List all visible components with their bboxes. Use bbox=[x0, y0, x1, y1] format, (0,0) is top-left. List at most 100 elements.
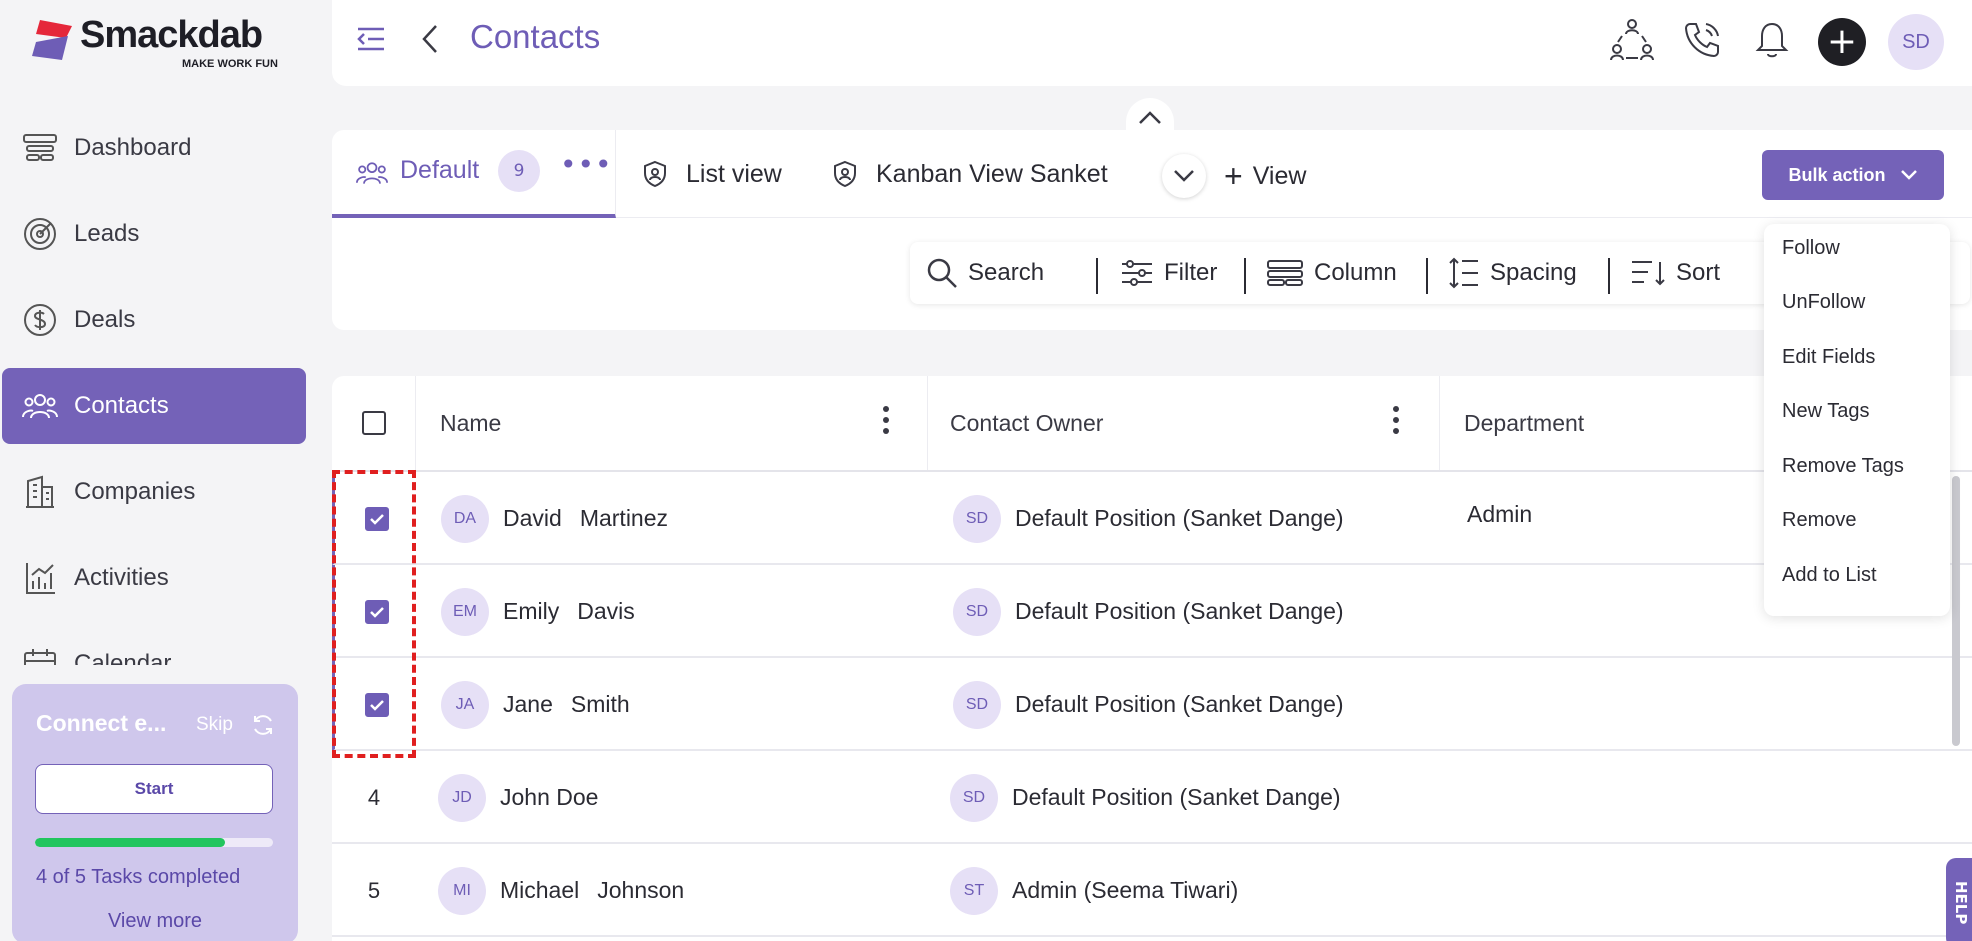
more-views-button[interactable] bbox=[1162, 154, 1206, 198]
column-header-label: Department bbox=[1464, 409, 1585, 436]
tab-default-label: Default bbox=[400, 156, 480, 184]
contact-last-name: Johnson bbox=[597, 877, 685, 903]
sidebar-item-dashboard[interactable]: Dashboard bbox=[2, 110, 306, 186]
contacts-icon bbox=[356, 162, 388, 184]
sidebar-item-contacts[interactable]: Contacts bbox=[2, 368, 306, 444]
tab-more-options-icon[interactable]: ••• bbox=[560, 148, 613, 181]
add-view-label: View bbox=[1252, 161, 1307, 190]
contact-name-cell[interactable]: DA David Martinez bbox=[441, 472, 668, 565]
column-header-name[interactable]: Name bbox=[416, 376, 928, 470]
department-value: Admin bbox=[1467, 501, 1533, 527]
tasks-progress-fill bbox=[35, 838, 226, 847]
table-row[interactable]: EM Emily Davis SD Default Position (Sank… bbox=[332, 565, 1972, 658]
row-checkbox[interactable] bbox=[365, 506, 389, 531]
menu-item-add-to-list[interactable]: Add to List bbox=[1782, 564, 1877, 587]
menu-item-new-tags[interactable]: New Tags bbox=[1782, 400, 1869, 423]
column-menu-icon[interactable] bbox=[1392, 406, 1400, 440]
sidebar-item-leads[interactable]: Leads bbox=[2, 196, 306, 272]
team-icon[interactable] bbox=[1608, 16, 1656, 64]
spacing-button[interactable]: Spacing bbox=[1448, 242, 1577, 304]
toolbar-divider bbox=[1244, 258, 1246, 294]
sort-label: Sort bbox=[1676, 259, 1721, 286]
column-icon bbox=[1267, 260, 1303, 286]
spacing-icon bbox=[1449, 257, 1478, 289]
table-row[interactable]: JA Jane Smith SD Default Position (Sanke… bbox=[332, 658, 1972, 751]
bulk-action-label: Bulk action bbox=[1788, 164, 1886, 185]
contact-last-name: Davis bbox=[577, 598, 635, 624]
filter-button[interactable]: Filter bbox=[1120, 242, 1217, 304]
contact-name-cell[interactable]: JA Jane Smith bbox=[441, 658, 630, 751]
menu-item-remove-tags[interactable]: Remove Tags bbox=[1782, 455, 1904, 478]
owner-name: Default Position (Sanket Dange) bbox=[1015, 505, 1344, 531]
chevron-down-icon bbox=[1174, 170, 1194, 182]
owner-name: Default Position (Sanket Dange) bbox=[1012, 784, 1341, 810]
building-icon bbox=[22, 474, 58, 510]
department-cell[interactable]: Admin bbox=[1467, 468, 1532, 561]
view-more-link[interactable]: View more bbox=[12, 910, 298, 933]
user-avatar[interactable]: SD bbox=[1888, 14, 1944, 70]
table-row[interactable]: 4 JD John Doe SD Default Position (Sanke… bbox=[332, 751, 1972, 844]
table-row[interactable]: 5 MI Michael Johnson ST Admin (Seema Tiw… bbox=[332, 844, 1972, 937]
dollar-icon bbox=[22, 302, 58, 338]
table-row[interactable]: DA David Martinez SD Default Position (S… bbox=[332, 472, 1972, 565]
back-arrow-icon[interactable] bbox=[416, 22, 444, 56]
tab-kanban-view[interactable]: Kanban View Sanket bbox=[832, 130, 1108, 218]
refresh-icon[interactable] bbox=[250, 712, 276, 738]
search-button[interactable]: Search bbox=[926, 242, 1044, 304]
owner-avatar: SD bbox=[950, 773, 998, 822]
column-header-label: Contact Owner bbox=[950, 409, 1104, 436]
collapse-menu-icon[interactable] bbox=[354, 22, 388, 56]
contact-name-cell[interactable]: EM Emily Davis bbox=[441, 565, 635, 658]
sidebar-item-companies[interactable]: Companies bbox=[2, 454, 306, 530]
tab-default[interactable]: Default 9 ••• bbox=[332, 130, 616, 218]
sidebar-item-deals[interactable]: Deals bbox=[2, 282, 306, 358]
start-button[interactable]: Start bbox=[35, 764, 273, 814]
select-all-checkbox[interactable] bbox=[361, 411, 386, 435]
owner-avatar: SD bbox=[953, 587, 1001, 636]
contact-owner-cell[interactable]: SD Default Position (Sanket Dange) bbox=[950, 751, 1341, 844]
sidebar-item-activities[interactable]: Activities bbox=[2, 540, 306, 616]
sidebar-item-calendar[interactable]: Calendar bbox=[2, 626, 306, 665]
tab-count-badge: 9 bbox=[498, 150, 540, 192]
help-tab[interactable]: HELP bbox=[1946, 858, 1972, 941]
phone-icon[interactable] bbox=[1678, 16, 1726, 64]
contact-owner-cell[interactable]: SD Default Position (Sanket Dange) bbox=[953, 565, 1344, 658]
contact-name-cell[interactable]: JD John Doe bbox=[438, 751, 616, 844]
menu-item-follow[interactable]: Follow bbox=[1782, 237, 1840, 260]
sidebar: Smackdab MAKE WORK FUN Dashboard Leads D… bbox=[0, 0, 318, 941]
bulk-action-button[interactable]: Bulk action bbox=[1762, 150, 1944, 200]
sidebar-item-label: Activities bbox=[74, 564, 169, 591]
contact-avatar: EM bbox=[441, 587, 489, 636]
select-all-cell bbox=[332, 376, 416, 470]
tab-label: Kanban View Sanket bbox=[876, 159, 1108, 188]
tab-list-view[interactable]: List view bbox=[642, 130, 782, 218]
column-button[interactable]: Column bbox=[1266, 242, 1397, 304]
sidebar-item-label: Contacts bbox=[74, 392, 169, 419]
row-checkbox[interactable] bbox=[365, 599, 389, 624]
table-scrollbar[interactable] bbox=[1952, 476, 1960, 746]
sort-button[interactable]: Sort bbox=[1630, 242, 1720, 304]
menu-item-remove[interactable]: Remove bbox=[1782, 509, 1856, 532]
contact-avatar: JD bbox=[438, 773, 486, 822]
menu-item-unfollow[interactable]: UnFollow bbox=[1782, 291, 1865, 314]
brand-logo[interactable]: Smackdab MAKE WORK FUN bbox=[30, 12, 300, 72]
skip-link[interactable]: Skip bbox=[196, 714, 233, 736]
column-header-contact-owner[interactable]: Contact Owner bbox=[928, 376, 1440, 470]
bell-icon[interactable] bbox=[1748, 16, 1796, 64]
spacing-label: Spacing bbox=[1490, 259, 1577, 286]
contact-name-cell[interactable]: MI Michael Johnson bbox=[438, 844, 684, 937]
contact-owner-cell[interactable]: SD Default Position (Sanket Dange) bbox=[953, 658, 1344, 751]
chevron-down-icon bbox=[1900, 170, 1917, 180]
contact-owner-cell[interactable]: ST Admin (Seema Tiwari) bbox=[950, 844, 1238, 937]
sort-icon bbox=[1632, 261, 1665, 286]
column-menu-icon[interactable] bbox=[882, 406, 890, 440]
row-checkbox[interactable] bbox=[365, 692, 389, 717]
contact-owner-cell[interactable]: SD Default Position (Sanket Dange) bbox=[953, 472, 1344, 565]
menu-item-edit-fields[interactable]: Edit Fields bbox=[1782, 346, 1875, 369]
add-new-button[interactable]: + bbox=[1818, 18, 1866, 66]
sidebar-item-label: Dashboard bbox=[74, 134, 192, 161]
top-header: Contacts + SD bbox=[332, 0, 1972, 86]
row-select-cell bbox=[335, 658, 419, 751]
contact-last-name: Martinez bbox=[579, 505, 669, 531]
add-view-button[interactable]: + View bbox=[1224, 154, 1306, 198]
